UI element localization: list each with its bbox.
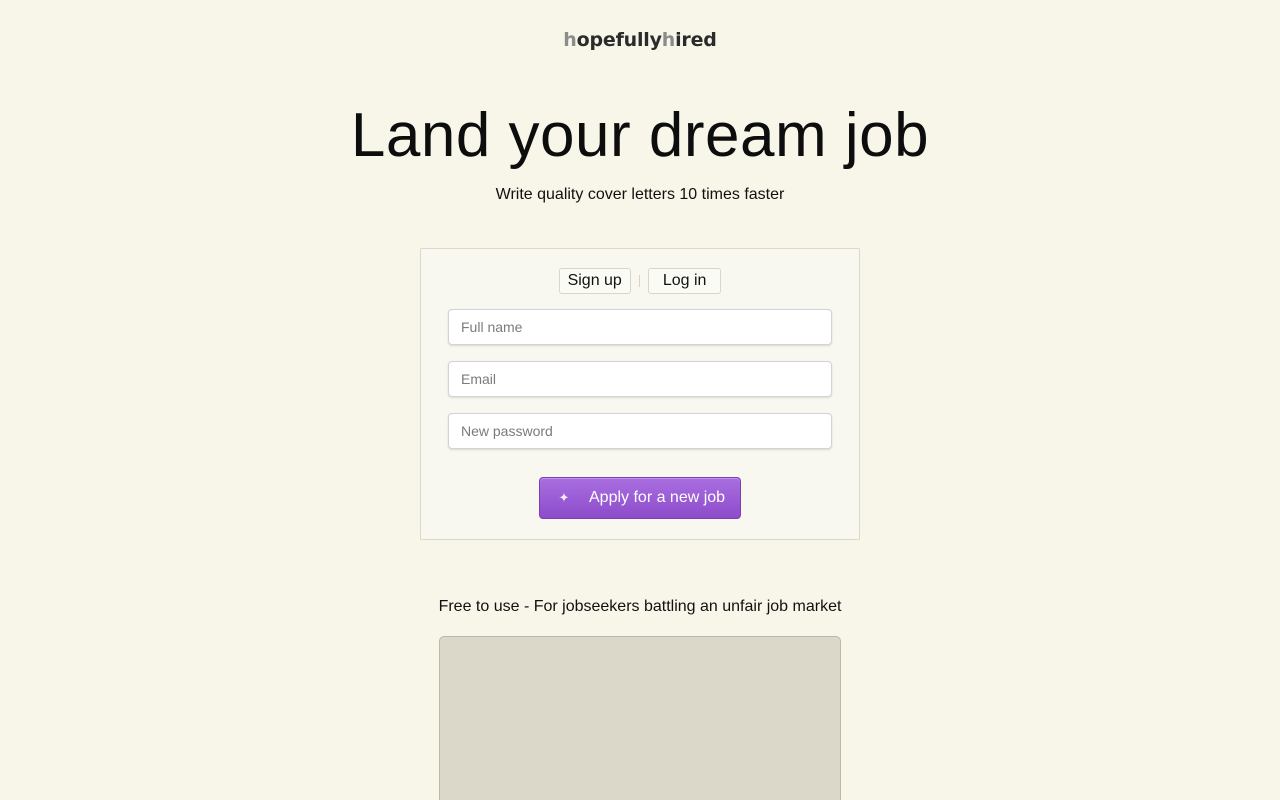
tab-divider	[638, 275, 640, 287]
auth-tabs: Sign up Log in	[421, 268, 859, 294]
logo-word-ired: ired	[675, 29, 717, 51]
apply-for-new-job-button[interactable]: ✦ Apply for a new job	[539, 477, 741, 519]
logo-letter-h2: h	[661, 29, 676, 51]
footer-tagline: Free to use - For jobseekers battling an…	[438, 598, 842, 615]
new-password-input[interactable]	[448, 413, 832, 449]
email-input[interactable]	[448, 361, 832, 397]
logo-letter-h1: h	[563, 29, 577, 51]
preview-panel	[439, 636, 841, 800]
apply-button-label: Apply for a new job	[589, 489, 726, 506]
auth-card: Sign up Log in ✦ Apply for a new job	[420, 248, 860, 540]
sparkle-icon: ✦	[558, 490, 570, 505]
tab-log-in[interactable]: Log in	[647, 268, 722, 294]
hero-subtitle: Write quality cover letters 10 times fas…	[495, 186, 785, 203]
tab-sign-up[interactable]: Sign up	[558, 268, 631, 294]
logo-word-opefully: opefully	[576, 29, 662, 51]
brand-logo[interactable]: hopefullyhired	[0, 29, 1280, 51]
full-name-input[interactable]	[448, 309, 832, 345]
hero-title: Land your dream job	[350, 101, 930, 170]
